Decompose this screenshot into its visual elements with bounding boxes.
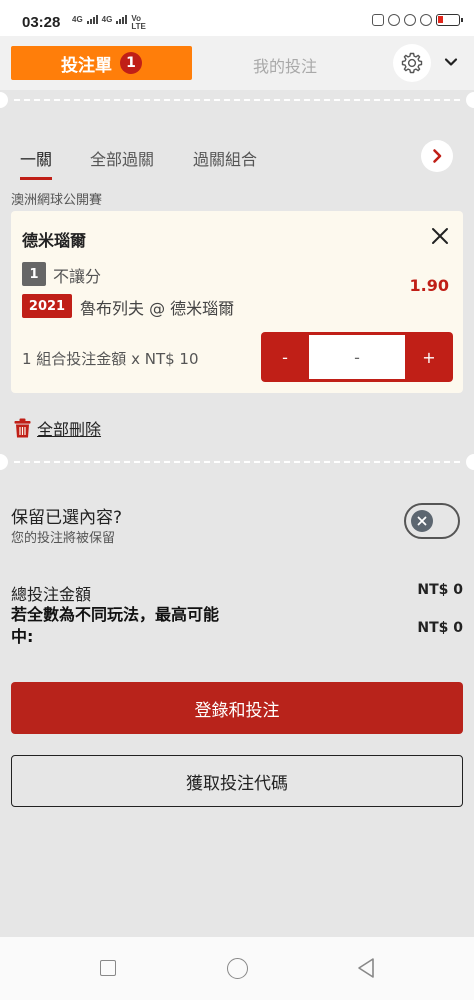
status-bar: 03:28 4G 4G Vo LTE [0, 0, 474, 36]
stake-input[interactable]: - [309, 335, 405, 379]
selection-name: 德米瑙爾 [22, 231, 87, 250]
toggle-knob [411, 510, 433, 532]
delete-all-button[interactable]: 全部刪除 [14, 416, 101, 440]
tab-betslip[interactable]: 投注單 1 [11, 46, 192, 80]
event-name: 魯布列夫 @ 德米瑙爾 [80, 299, 235, 318]
network-label-2: 4G [101, 15, 113, 24]
home-icon[interactable] [227, 958, 248, 979]
retain-selections-title: 保留已選內容? [11, 508, 123, 528]
perforation-divider [0, 454, 474, 470]
perforation-divider [0, 92, 474, 108]
retain-selections-subtitle: 您的投注將被保留 [11, 531, 116, 546]
tab-single[interactable]: 一關 [20, 146, 53, 180]
gear-icon [401, 52, 423, 74]
network-indicators: 4G 4G Vo LTE [72, 15, 146, 31]
chevron-down-icon[interactable] [444, 55, 458, 69]
trash-icon [14, 418, 31, 438]
close-icon[interactable] [429, 225, 451, 247]
tab-my-bets[interactable]: 我的投注 [230, 53, 340, 77]
league-name: 澳洲網球公開賽 [11, 193, 103, 208]
recent-apps-icon[interactable] [100, 960, 116, 976]
signal-icon [116, 15, 128, 24]
market-name: 不讓分 [53, 267, 102, 286]
lock-rotation-icon [404, 14, 416, 26]
toggle-x-icon [417, 516, 427, 526]
mute-icon [372, 14, 384, 26]
total-stake-label: 總投注金額 [11, 585, 92, 604]
status-time: 03:28 [22, 14, 61, 31]
get-bet-code-button[interactable]: 獲取投注代碼 [11, 755, 463, 807]
odds-value: 1.90 [409, 276, 449, 295]
max-win-value: NT$ 0 [417, 620, 463, 636]
retain-selections-toggle[interactable] [404, 503, 460, 539]
delete-all-label: 全部刪除 [37, 420, 102, 439]
market-code-badge: 1 [22, 262, 46, 286]
alarm-icon [420, 14, 432, 26]
bet-card: 德米瑙爾 1 不讓分 1.90 2021 魯布列夫 @ 德米瑙爾 1 組合投注金… [11, 211, 463, 393]
login-and-bet-button[interactable]: 登錄和投注 [11, 682, 463, 734]
chevron-right-icon [433, 149, 442, 163]
tab-betslip-label: 投注單 [61, 55, 112, 76]
event-code-badge: 2021 [22, 294, 72, 318]
stake-decrease-button[interactable]: - [261, 332, 309, 382]
signal-icon [86, 15, 98, 24]
settings-button[interactable] [393, 44, 431, 82]
system-nav-bar [0, 937, 474, 1000]
volte-label-bottom: LTE [131, 22, 146, 31]
volte-indicator: Vo LTE [131, 15, 146, 31]
battery-icon [436, 14, 463, 26]
network-label-1: 4G [72, 15, 83, 24]
bet-type-tabs: 一關 全部過關 過關組合 [0, 140, 474, 180]
tab-parlay-combo[interactable]: 過關組合 [193, 146, 257, 170]
tab-all-parlay[interactable]: 全部過關 [90, 146, 154, 170]
tabs-next-button[interactable] [421, 140, 453, 172]
back-icon[interactable] [356, 957, 376, 979]
betslip-count-badge: 1 [120, 52, 142, 74]
stake-stepper: - - + [261, 332, 453, 382]
max-win-label: 若全數為不同玩法，最高可能中: [11, 605, 220, 646]
combo-stake-text: 1 組合投注金額 x NT$ 10 [22, 350, 199, 368]
total-stake-value: NT$ 0 [417, 582, 463, 598]
stake-increase-button[interactable]: + [405, 332, 453, 382]
status-icons [372, 14, 463, 26]
betslip-header: 投注單 1 我的投注 [0, 36, 474, 90]
moon-icon [388, 14, 400, 26]
